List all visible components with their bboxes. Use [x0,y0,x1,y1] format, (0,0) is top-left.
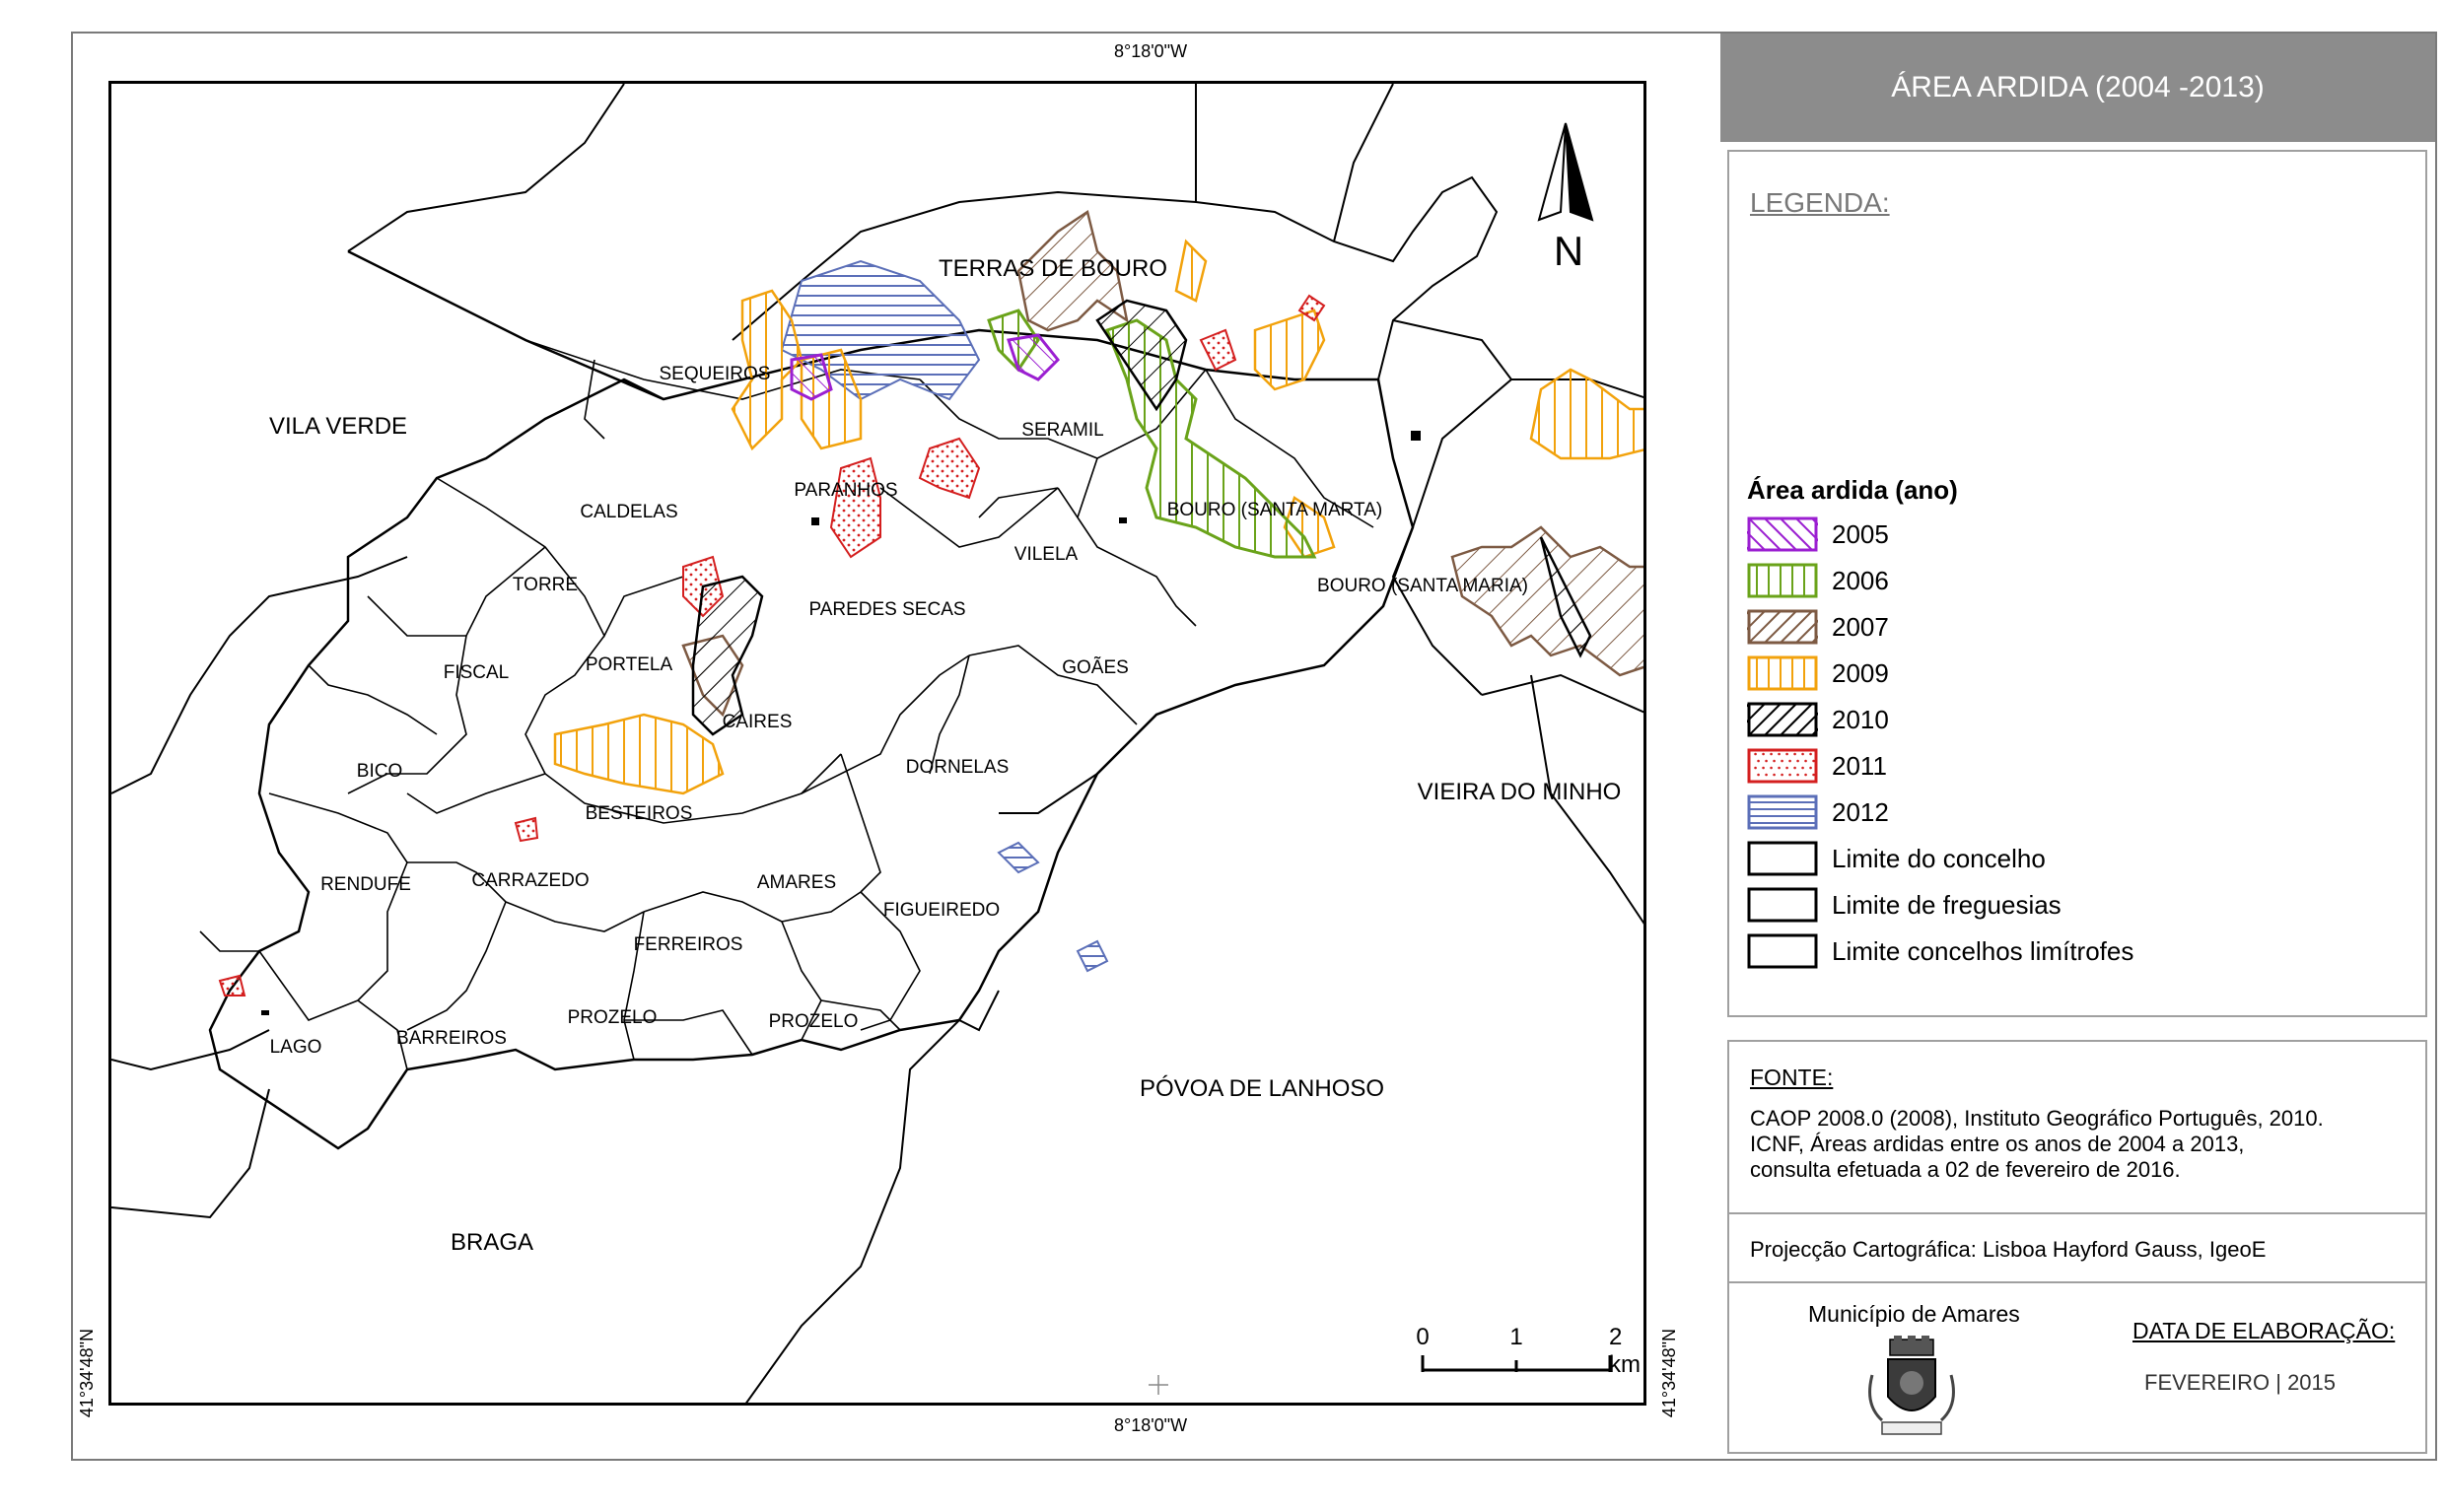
place-label: DORNELAS [905,757,1010,778]
source-line: consulta efetuada a 02 de fevereiro de 2… [1750,1157,2181,1182]
scale-label-0: 0 [1416,1324,1430,1350]
legend-heading: LEGENDA: [1750,187,1890,218]
legend-swatch [1747,609,1818,645]
legend-swatch [1747,516,1818,552]
date-value: FEVEREIRO | 2015 [2144,1370,2337,1395]
legend-item: 2009 [1747,653,1889,693]
source-line: ICNF, Áreas ardidas entre os anos de 200… [1750,1132,2245,1156]
coord-top: 8°18'0"W [1114,41,1188,61]
legend-label: 2009 [1832,657,1889,688]
legend-item: 2010 [1747,700,1889,739]
legend-item: 2011 [1747,746,1887,786]
legend-swatch [1747,702,1818,737]
graticule-cross [1149,1375,1168,1395]
place-label: VIEIRA DO MINHO [1417,779,1622,805]
source-line: CAOP 2008.0 (2008), Instituto Geográfico… [1750,1106,2324,1131]
legend-label: 2006 [1832,565,1889,595]
scale-label-1: 1 [1509,1324,1523,1350]
place-label: FISCAL [443,662,510,683]
coord-left: 41°34'48"N [77,1329,97,1418]
legend-item: 2012 [1747,792,1889,832]
place-label: BESTEIROS [585,803,693,824]
map-svg [111,84,1643,1403]
legend-label: 2011 [1832,750,1887,781]
legend-label: 2012 [1832,796,1889,827]
place-label: VILA VERDE [268,413,408,440]
place-label: BRAGA [450,1229,534,1256]
map-title: ÁREA ARDIDA (2004 -2013) [1720,34,2435,142]
projection-text: Projecção Cartográfica: Lisboa Hayford G… [1750,1237,2267,1262]
map-canvas[interactable]: N 0 1 2 km TERRAS DE BOURO VILA VERDE SE… [108,81,1646,1406]
date-heading: DATA DE ELABORAÇÃO: [2132,1318,2396,1343]
place-label: BARREIROS [396,1028,507,1049]
legend-subheading: Área ardida (ano) [1747,475,1958,505]
legend-label: 2005 [1832,518,1889,549]
place-label: TERRAS DE BOURO [938,255,1168,282]
separator [1727,1281,2427,1283]
legend-label: Limite de freguesias [1832,889,2062,920]
municipality-name: Município de Amares [1808,1301,2020,1327]
place-label: PROZELO [768,1011,859,1032]
place-label: BOURO (SANTA MARTA) [1166,500,1383,520]
coord-bottom: 8°18'0"W [1114,1415,1188,1435]
place-label: CARRAZEDO [471,870,590,891]
place-label: LAGO [269,1037,322,1058]
place-label: VILELA [1013,544,1079,565]
legend-swatch [1747,563,1818,598]
place-label: BICO [356,761,403,782]
legend-swatch [1747,748,1818,784]
legend-label: 2007 [1832,611,1889,642]
place-label: PÓVOA DE LANHOSO [1139,1075,1385,1102]
place-label: CALDELAS [580,502,678,522]
legend-label: Limite concelhos limítrofes [1832,935,2134,966]
north-label: N [1553,228,1584,274]
place-label: PROZELO [567,1007,658,1028]
place-label: SEQUEIROS [659,364,771,384]
scale-label-2: 2 km [1609,1324,1641,1378]
place-label: RENDUFE [320,874,411,895]
legend-item: Limite do concelho [1747,839,2046,878]
legend-item: Limite de freguesias [1747,885,2062,925]
legend-label: 2010 [1832,704,1889,734]
legend-swatch [1747,887,1818,923]
place-label: SERAMIL [1021,420,1104,441]
legend-swatch [1747,841,1818,876]
legend-item: Limite concelhos limítrofes [1747,931,2133,971]
place-label: FERREIROS [633,934,743,955]
scale-bar [1421,1355,1612,1372]
place-label: FIGUEIREDO [882,900,1001,921]
place-label: TORRE [512,575,579,595]
legend-swatch [1747,933,1818,969]
coat-of-arms-icon [1868,1336,1955,1435]
separator [1727,1212,2427,1214]
place-label: BOURO (SANTA MARIA) [1317,576,1528,596]
north-arrow-icon [1537,122,1594,222]
legend-swatch [1747,794,1818,830]
legend-swatch [1747,655,1818,691]
coord-right: 41°34'48"N [1659,1329,1679,1418]
place-label: PARANHOS [794,480,898,501]
legend-item: 2007 [1747,607,1889,647]
place-label: PORTELA [585,654,673,675]
place-label: CAIRES [722,712,793,732]
place-label: PAREDES SECAS [808,599,966,620]
place-label: AMARES [756,872,837,893]
legend-label: Limite do concelho [1832,843,2046,873]
legend-item: 2006 [1747,561,1889,600]
source-heading: FONTE: [1750,1065,1834,1090]
place-label: GOÃES [1062,657,1129,678]
legend-item: 2005 [1747,515,1889,554]
